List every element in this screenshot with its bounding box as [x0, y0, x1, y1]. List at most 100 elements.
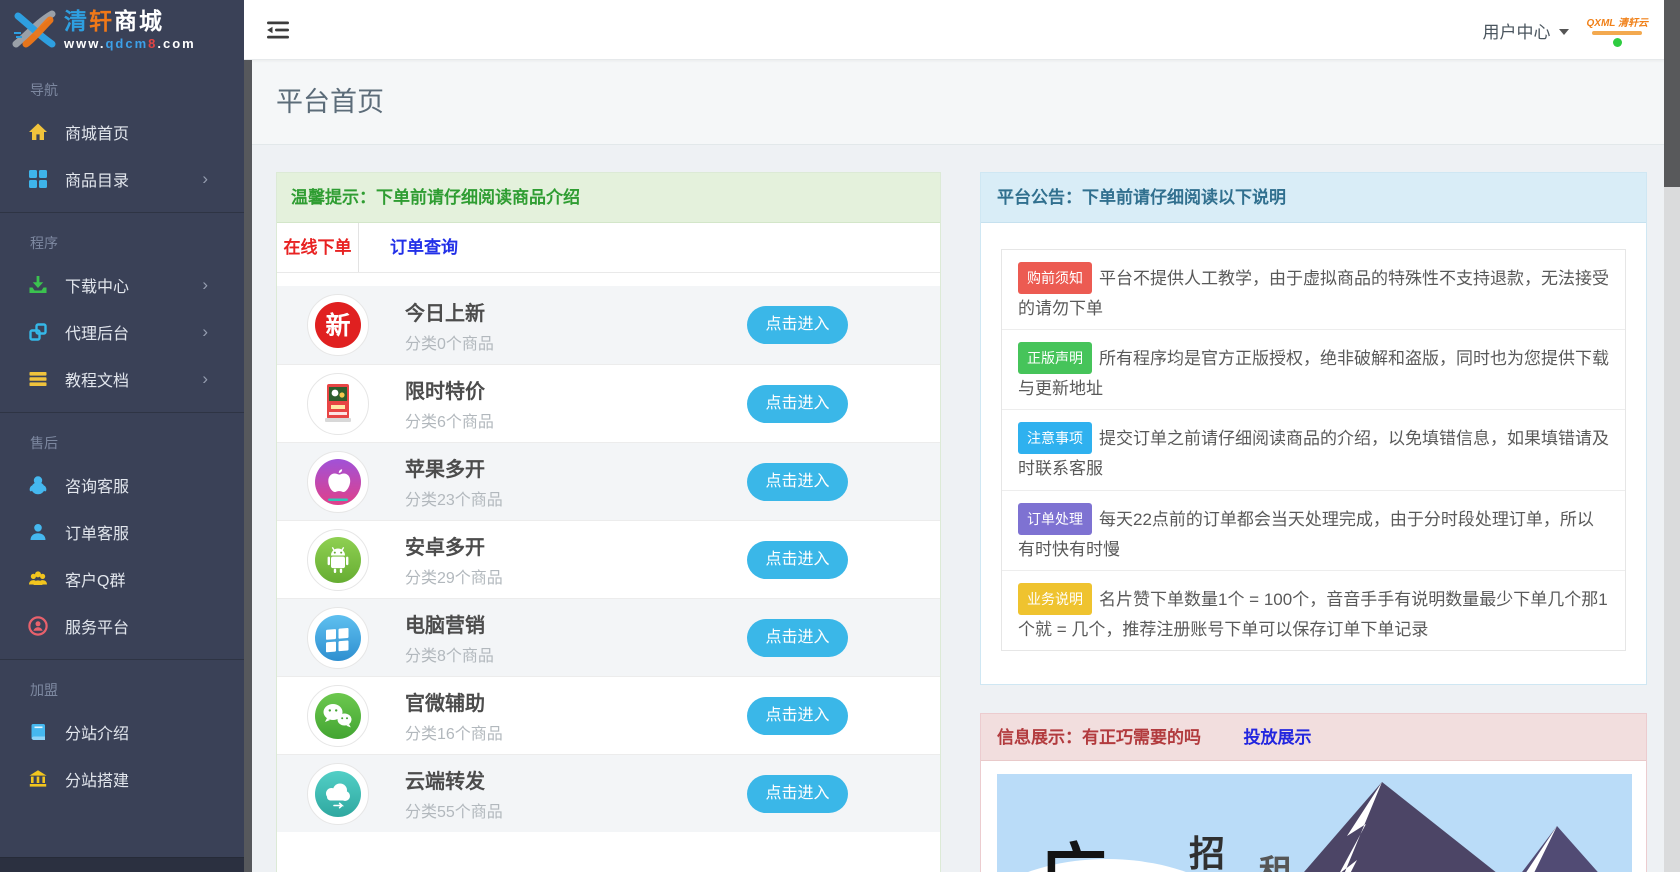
- enter-category-button[interactable]: 点击进入: [747, 541, 848, 579]
- notice-text: 名片赞下单数量1个 = 100个，音音手手有说明数量最少下单几个那1个就 = 几…: [1018, 590, 1608, 639]
- sidebar-item-user[interactable]: 订单客服: [0, 508, 244, 555]
- svg-text:新: 新: [325, 311, 350, 340]
- sidebar-item-bank[interactable]: 分站搭建: [0, 755, 244, 802]
- category-row: 安卓多开分类29个商品 点击进入: [277, 520, 940, 598]
- sidebar-nav: 导航商城首页商品目录›程序下载中心›代理后台›教程文档›售后咨询客服订单客服客户…: [0, 60, 244, 802]
- sidebar-bottom-strip: [0, 857, 244, 872]
- order-tabs: 在线下单 订单查询: [277, 223, 940, 273]
- order-panel: 温馨提示：下单前请仔细阅读商品介绍 在线下单 订单查询 新今日上新分类0个商品点…: [276, 172, 941, 872]
- sidebar-item-label: 分站介绍: [65, 720, 129, 744]
- category-row: 官微辅助分类16个商品点击进入: [277, 676, 940, 754]
- brand-url: www.qdcm8.com: [64, 37, 196, 51]
- notice-badge: 订单处理: [1018, 503, 1092, 535]
- enter-category-button[interactable]: 点击进入: [747, 463, 848, 501]
- category-name: 安卓多开: [405, 531, 503, 560]
- enter-category-button[interactable]: 点击进入: [747, 385, 848, 423]
- category-row: 新今日上新分类0个商品点击进入: [277, 286, 940, 364]
- notice-badge: 购前须知: [1018, 262, 1092, 294]
- notice-row: 订单处理每天22点前的订单都会当天处理完成，由于分时段处理订单，所以有时快有时慢: [1002, 490, 1625, 570]
- category-count: 分类23个商品: [405, 486, 503, 510]
- user-icon: [28, 522, 48, 542]
- enter-category-button[interactable]: 点击进入: [747, 619, 848, 657]
- chevron-right-icon: ›: [202, 169, 208, 189]
- category-count: 分类29个商品: [405, 564, 503, 588]
- sidebar-section-label: 加盟: [0, 660, 244, 708]
- ad-placement-link[interactable]: 投放展示: [1243, 728, 1311, 747]
- sidebar-section-label: 导航: [0, 60, 244, 108]
- chevron-right-icon: ›: [202, 369, 208, 389]
- sidebar-item-windows-squares[interactable]: 代理后台›: [0, 308, 244, 355]
- tab-order-query[interactable]: 订单查询: [379, 223, 469, 272]
- mini-logo-tagline: [1592, 31, 1642, 35]
- grid-icon: [28, 169, 48, 189]
- sale-poster-icon: [307, 373, 369, 435]
- app-window: 清轩商城 www.qdcm8.com 导航商城首页商品目录›程序下载中心›代理后…: [0, 0, 1680, 872]
- online-status-dot: [1613, 38, 1622, 47]
- enter-category-button[interactable]: 点击进入: [747, 775, 848, 813]
- page-header: 平台首页: [252, 60, 1664, 145]
- sidebar-item-book[interactable]: 分站介绍: [0, 708, 244, 755]
- android-icon: [307, 529, 369, 591]
- page-scrollbar[interactable]: [1664, 0, 1680, 872]
- brand-mark-icon: [12, 10, 56, 50]
- order-panel-header: 温馨提示：下单前请仔细阅读商品介绍: [277, 173, 940, 223]
- sidebar-section-label: 程序: [0, 213, 244, 261]
- users-icon: [28, 569, 48, 589]
- sidebar-item-label: 分站搭建: [65, 767, 129, 791]
- page-scrollbar-thumb[interactable]: [1664, 0, 1680, 187]
- category-count: 分类16个商品: [405, 720, 503, 744]
- category-list: 新今日上新分类0个商品点击进入限时特价分类6个商品点击进入苹果多开分类23个商品…: [277, 273, 940, 832]
- new-badge-icon: 新: [307, 294, 369, 356]
- category-count: 分类8个商品: [405, 642, 494, 666]
- notice-text: 提交订单之前请仔细阅读商品的介绍，以免填错信息，如果填错请及时联系客服: [1018, 429, 1609, 478]
- category-row: 电脑营销分类8个商品 点击进入: [277, 598, 940, 676]
- category-row: 限时特价分类6个商品点击进入: [277, 364, 940, 442]
- wechat-icon: [307, 685, 369, 747]
- download-icon: [28, 275, 48, 295]
- sidebar-item-home[interactable]: 商城首页: [0, 108, 244, 155]
- sidebar-item-label: 咨询客服: [65, 473, 129, 497]
- chevron-down-icon[interactable]: [1559, 29, 1569, 35]
- sidebar-item-qq[interactable]: 咨询客服: [0, 461, 244, 508]
- category-name: 今日上新: [405, 297, 494, 326]
- enter-category-button[interactable]: 点击进入: [747, 306, 848, 344]
- category-count: 分类55个商品: [405, 798, 503, 822]
- sidebar-item-users[interactable]: 客户Q群: [0, 555, 244, 602]
- notice-row: 注意事项提交订单之前请仔细阅读商品的介绍，以免填错信息，如果填错请及时联系客服: [1002, 409, 1625, 489]
- notice-text: 每天22点前的订单都会当天处理完成，由于分时段处理订单，所以有时快有时慢: [1018, 510, 1594, 559]
- sidebar-item-grid[interactable]: 商品目录›: [0, 155, 244, 202]
- sidebar-item-list[interactable]: 教程文档›: [0, 355, 244, 402]
- sidebar-item-service[interactable]: 服务平台: [0, 602, 244, 649]
- sidebar-item-label: 订单客服: [65, 520, 129, 544]
- notice-badge: 正版声明: [1018, 342, 1092, 374]
- category-row: 苹果多开分类23个商品 点击进入: [277, 442, 940, 520]
- notice-badge: 注意事项: [1018, 422, 1092, 454]
- sidebar-toggle-icon[interactable]: [266, 20, 290, 40]
- page-title: 平台首页: [276, 60, 384, 145]
- tab-online-order[interactable]: 在线下单: [277, 223, 359, 272]
- notice-badge: 业务说明: [1018, 583, 1092, 615]
- category-name: 限时特价: [405, 375, 494, 404]
- enter-category-button[interactable]: 点击进入: [747, 697, 848, 735]
- bank-icon: [28, 769, 48, 789]
- brand-logo[interactable]: 清轩商城 www.qdcm8.com: [0, 0, 244, 60]
- user-center-menu[interactable]: 用户中心: [1483, 18, 1551, 43]
- notice-text: 所有程序均是官方正版授权，绝非破解和盗版，同时也为您提供下载与更新地址: [1018, 349, 1609, 398]
- announcement-panel: 平台公告：下单前请仔细阅读以下说明 购前须知平台不提供人工教学，由于虚拟商品的特…: [980, 172, 1647, 685]
- notice-row: 正版声明所有程序均是官方正版授权，绝非破解和盗版，同时也为您提供下载与更新地址: [1002, 329, 1625, 409]
- qq-icon: [28, 475, 48, 495]
- ad-banner-image[interactable]: 广 告 招 租: [997, 774, 1632, 872]
- sidebar-item-download[interactable]: 下载中心›: [0, 261, 244, 308]
- apple-icon: [307, 451, 369, 513]
- cloud-icon: [307, 763, 369, 825]
- sidebar-item-label: 服务平台: [65, 614, 129, 638]
- qxml-mini-logo[interactable]: QXML 清轩云: [1587, 14, 1648, 47]
- ad-panel: 信息展示：有正巧需要的吗 投放展示 广 告 招 租: [980, 713, 1647, 872]
- category-name: 苹果多开: [405, 453, 503, 482]
- sidebar-item-label: 代理后台: [65, 320, 129, 344]
- sidebar-scrollbar[interactable]: [244, 60, 252, 872]
- category-name: 电脑营销: [405, 609, 494, 638]
- topbar: 用户中心 QXML 清轩云: [244, 0, 1664, 60]
- ad-panel-header: 信息展示：有正巧需要的吗 投放展示: [981, 714, 1646, 761]
- sidebar-section-label: 售后: [0, 413, 244, 461]
